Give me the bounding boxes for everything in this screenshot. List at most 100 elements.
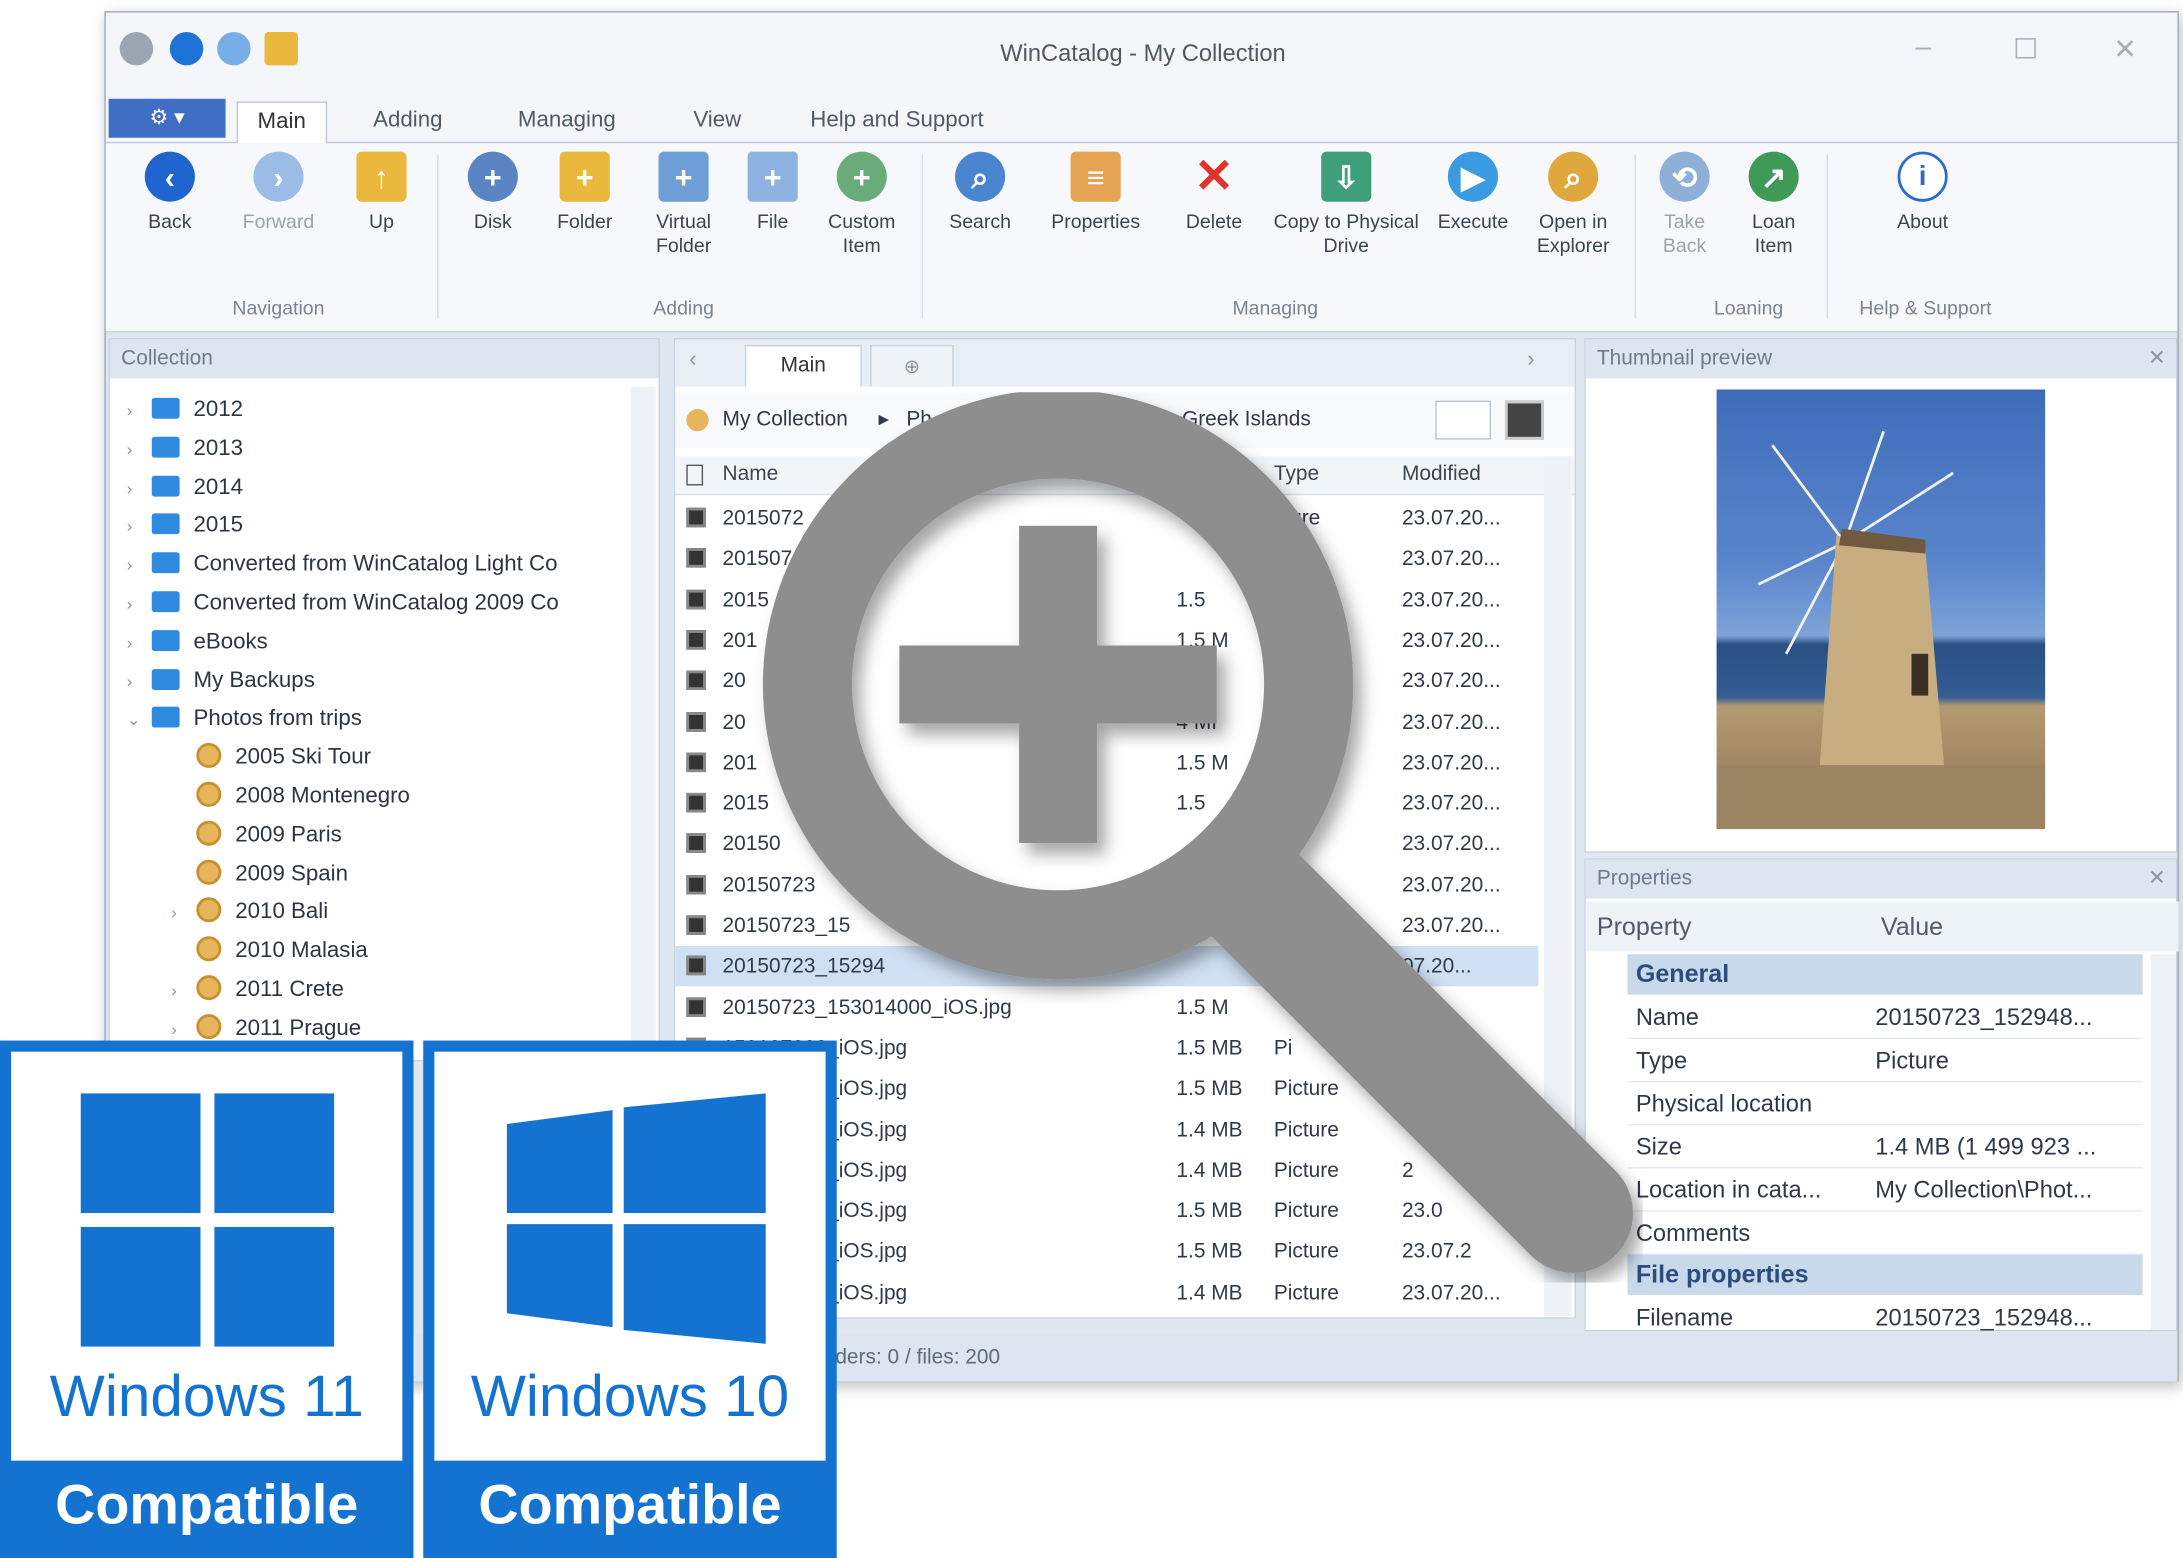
properties-close-icon[interactable]: ✕: [2148, 865, 2166, 891]
tab-scroll-left-icon[interactable]: ‹: [689, 348, 696, 373]
image-file-icon: [686, 793, 706, 813]
tree-node[interactable]: › 2015: [127, 508, 243, 544]
group-file-properties[interactable]: File properties: [1627, 1254, 2143, 1296]
tab-managing[interactable]: Managing: [498, 102, 635, 144]
cell-name: 20: [722, 710, 746, 734]
promo-stage: WinCatalog - My Collection – ☐ ✕ ⚙ ▾ Mai…: [0, 0, 2183, 1558]
up-button[interactable]: ↑ Up: [342, 151, 420, 234]
custom-item-button[interactable]: + Custom Item: [816, 151, 908, 258]
column-value[interactable]: Value: [1881, 913, 1943, 942]
tree-node[interactable]: › Converted from WinCatalog 2009 Co: [127, 586, 559, 622]
folder-button[interactable]: + Folder: [543, 151, 627, 234]
virtual-folder-label: Virtual Folder: [655, 210, 712, 256]
tree-node-label: 2005 Ski Tour: [235, 745, 372, 770]
folder-icon: [151, 591, 180, 613]
copy-drive-icon: ⇩: [1321, 151, 1372, 202]
tree-node[interactable]: 2009 Paris: [171, 818, 342, 854]
trip-icon: [196, 936, 222, 962]
chevron-right-icon[interactable]: ›: [171, 895, 196, 931]
execute-icon: ▶: [1447, 151, 1499, 202]
forward-button[interactable]: › Forward: [228, 151, 328, 234]
custom-item-icon: +: [836, 151, 887, 202]
property-row[interactable]: Type Picture: [1627, 1039, 2143, 1083]
tree-node-label: 2011 Prague: [235, 1016, 362, 1041]
badge-compatible-label: Compatible: [478, 1474, 782, 1536]
chevron-down-icon[interactable]: ⌄: [127, 702, 152, 738]
collection-scrollbar[interactable]: [630, 386, 656, 1055]
status-bar: ders: 0 / files: 200: [105, 1334, 2178, 1382]
tab-adding[interactable]: Adding: [354, 102, 462, 144]
chevron-right-icon[interactable]: ›: [127, 586, 152, 622]
tab-main-list[interactable]: Main: [744, 344, 862, 387]
chevron-right-icon[interactable]: ›: [127, 470, 152, 506]
windows-logo-icon: [506, 1093, 766, 1344]
tree-node[interactable]: › My Backups: [127, 663, 315, 699]
disk-button[interactable]: + Disk: [457, 151, 529, 234]
maximize-button[interactable]: ☐: [2013, 32, 2038, 67]
zoom-in-magnifier-icon: [763, 392, 1634, 1273]
windows-11-logo-area: Windows 11: [11, 1051, 403, 1461]
take-back-button[interactable]: ⟲ Take Back: [1648, 151, 1720, 258]
tree-node[interactable]: › Converted from WinCatalog Light Co: [127, 547, 558, 583]
group-general[interactable]: General: [1627, 954, 2143, 995]
tree-node[interactable]: 2010 Malasia: [171, 934, 368, 970]
tree-node[interactable]: › 2010 Bali: [171, 895, 328, 931]
file-header-icon: [686, 464, 704, 486]
tree-node[interactable]: › 2011 Crete: [171, 972, 344, 1008]
search-button[interactable]: ⌕ Search: [936, 151, 1025, 234]
image-file-icon: [686, 833, 706, 854]
property-row[interactable]: Name 20150723_152948...: [1627, 996, 2143, 1040]
group-loaning: Loaning: [1713, 296, 1784, 319]
delete-button[interactable]: ✕ Delete: [1172, 152, 1256, 234]
open-explorer-icon: ⌕: [1548, 151, 1599, 202]
execute-button[interactable]: ▶ Execute: [1428, 151, 1517, 234]
properties-button[interactable]: ≡ Properties: [1036, 151, 1156, 234]
take-back-label: Take Back: [1662, 210, 1707, 256]
property-row[interactable]: Location in cata... My Collection\Phot...: [1627, 1169, 2143, 1212]
windows-logo-icon: [214, 1093, 335, 1214]
close-button[interactable]: ✕: [2113, 32, 2136, 67]
property-row[interactable]: Comments: [1627, 1212, 2143, 1255]
loan-item-button[interactable]: ↗ Loan Item: [1732, 151, 1816, 258]
tree-node[interactable]: ⌄ Photos from trips: [127, 702, 362, 738]
status-text: ders: 0 / files: 200: [835, 1345, 1001, 1369]
folder-icon: [151, 475, 180, 497]
tree-node[interactable]: › 2014: [127, 470, 243, 506]
chevron-right-icon[interactable]: ›: [171, 972, 196, 1008]
back-button[interactable]: ‹ Back: [125, 151, 214, 234]
tree-node[interactable]: 2008 Montenegro: [171, 779, 410, 815]
chevron-right-icon[interactable]: ›: [127, 392, 152, 428]
thumbnail-header: Thumbnail preview: [1585, 339, 2177, 379]
tree-node[interactable]: 2005 Ski Tour: [171, 740, 371, 776]
thumbnail-close-icon[interactable]: ✕: [2148, 345, 2166, 370]
property-row[interactable]: Size 1.4 MB (1 499 923 ...: [1627, 1125, 2143, 1169]
open-in-explorer-button[interactable]: ⌕ Open in Explorer: [1523, 151, 1623, 258]
tab-scroll-right-icon[interactable]: ›: [1527, 348, 1534, 373]
tree-node[interactable]: 2009 Spain: [171, 856, 348, 892]
tree-node[interactable]: › 2012: [127, 392, 243, 428]
windmill-photo: [1716, 389, 2046, 830]
chevron-right-icon[interactable]: ›: [127, 431, 152, 467]
properties-scrollbar[interactable]: [2150, 954, 2177, 1330]
tab-view[interactable]: View: [674, 102, 761, 144]
tab-help-support[interactable]: Help and Support: [791, 102, 1003, 144]
chevron-right-icon[interactable]: ›: [127, 663, 152, 699]
file-menu-tab[interactable]: ⚙ ▾: [108, 98, 226, 138]
tab-main[interactable]: Main: [236, 101, 327, 144]
windows-logo-icon: [80, 1093, 201, 1214]
collection-header: Collection: [109, 339, 659, 379]
about-button[interactable]: i About: [1871, 151, 1974, 234]
tree-node[interactable]: › 2013: [127, 431, 243, 467]
copy-to-physical-drive-button[interactable]: ⇩ Copy to Physical Drive: [1270, 151, 1423, 258]
properties-header: Properties: [1585, 859, 2177, 899]
tree-node-label: 2015: [193, 513, 244, 538]
property-row[interactable]: Physical location: [1627, 1082, 2143, 1126]
file-button[interactable]: + File: [741, 151, 805, 234]
tab-add-icon[interactable]: ⊕: [870, 344, 954, 387]
chevron-right-icon[interactable]: ›: [127, 508, 152, 544]
chevron-right-icon[interactable]: ›: [127, 624, 152, 660]
chevron-right-icon[interactable]: ›: [127, 547, 152, 583]
minimize-button[interactable]: –: [1916, 32, 1931, 64]
tree-node[interactable]: › eBooks: [127, 624, 268, 660]
virtual-folder-button[interactable]: + Virtual Folder: [638, 151, 730, 258]
